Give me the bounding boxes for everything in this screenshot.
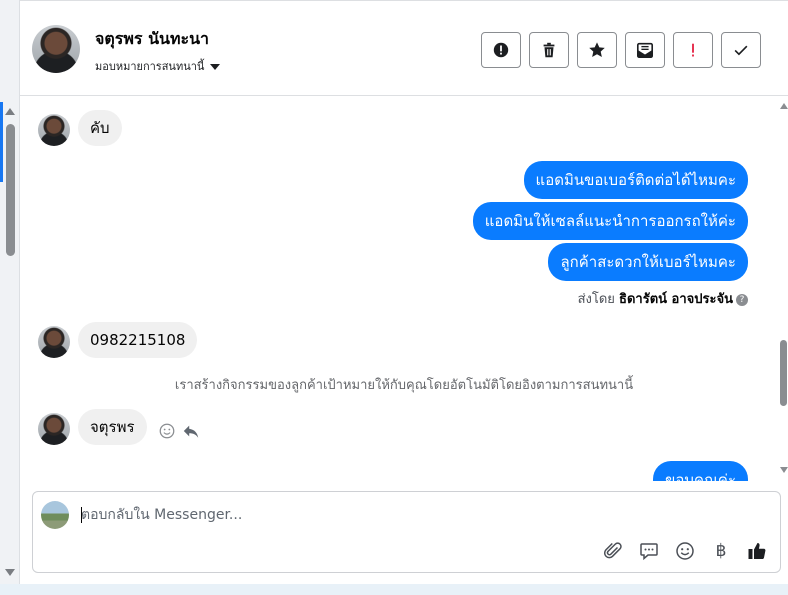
contact-avatar-small [38,326,70,358]
assign-label: มอบหมายการสนทนานี้ [95,60,205,73]
report-icon [493,42,509,58]
outgoing-message[interactable]: แอดมินให้เซลล์แนะนำการออกรถให้ค่ะ [472,202,748,240]
thumbs-up-icon [748,543,766,560]
done-check-icon [734,45,748,56]
emoji-icon [676,542,694,560]
attach-button[interactable] [602,540,624,562]
emoji-button[interactable] [674,540,696,562]
star-icon [589,42,605,58]
thread-scrollbar[interactable] [779,97,788,481]
composer-toolbar: ฿ [602,540,768,562]
reply-icon[interactable] [182,422,200,440]
sent-by-agent-name: ธิดารัตน์ อาจประจัน [619,292,733,307]
saved-reply-icon [640,543,658,561]
mark-unread-button[interactable] [625,32,665,68]
contact-avatar[interactable] [32,25,80,73]
scroll-thumb[interactable] [780,340,787,406]
scroll-up-arrow-icon[interactable] [5,108,15,115]
report-button[interactable] [481,32,521,68]
left-scrollbar[interactable] [0,0,20,595]
outgoing-message[interactable]: แอดมินขอเบอร์ติดต่อได้ไหมคะ [523,161,748,199]
contact-avatar-small [38,114,70,146]
help-icon[interactable]: ? [736,293,748,306]
saved-reply-button[interactable] [638,540,660,562]
react-emoji-icon[interactable] [158,422,176,440]
baht-payment-icon: ฿ [715,541,727,561]
incoming-message[interactable]: คับ [78,110,122,146]
paperclip-icon [603,542,622,559]
mark-unread-icon [636,42,654,59]
caret-down-icon [210,64,221,70]
message-actions [158,422,200,440]
page-avatar [41,501,69,529]
star-button[interactable] [577,32,617,68]
outgoing-message[interactable]: ลูกค้าสะดวกให้เบอร์ไหมคะ [548,243,748,281]
priority-icon [692,43,694,57]
incoming-message[interactable]: 0982215108 [78,322,198,358]
mark-done-button[interactable] [721,32,761,68]
system-note: เราสร้างกิจกรรมของลูกค้าเป้าหมายให้กับคุ… [174,378,634,393]
message-thread[interactable]: คับ แอดมินขอเบอร์ติดต่อได้ไหมคะ แอดมินให… [20,97,788,481]
scroll-down-arrow-icon[interactable] [780,467,788,473]
contact-avatar-small [38,413,70,445]
sent-by-label: ส่งโดย ธิดารัตน์ อาจประจัน? [578,288,748,309]
payment-button[interactable]: ฿ [710,540,732,562]
conversation-header: จตุรพร นันทะนา มอบหมายการสนทนานี้ [20,0,788,96]
reply-composer: ฿ [32,491,781,573]
scroll-thumb[interactable] [6,124,15,256]
delete-button[interactable] [529,32,569,68]
priority-button[interactable] [673,32,713,68]
window-bottom-edge [0,584,788,595]
sent-by-prefix: ส่งโดย [577,292,615,307]
outgoing-message-partial[interactable]: ขอบคุณค่ะ [653,461,748,481]
scroll-down-arrow-icon[interactable] [5,569,15,576]
scroll-up-arrow-icon[interactable] [780,103,788,109]
contact-name[interactable]: จตุรพร นันทะนา [95,27,209,52]
assign-conversation-dropdown[interactable]: มอบหมายการสนทนานี้ [95,57,221,75]
active-indicator [0,102,3,182]
incoming-message[interactable]: จตุรพร [78,409,147,445]
inbox-conversation: จตุรพร นันทะนา มอบหมายการสนทนานี้ คับ แอ… [0,0,788,595]
like-button[interactable] [746,540,768,562]
trash-icon [543,42,555,58]
reply-input[interactable] [81,504,681,526]
